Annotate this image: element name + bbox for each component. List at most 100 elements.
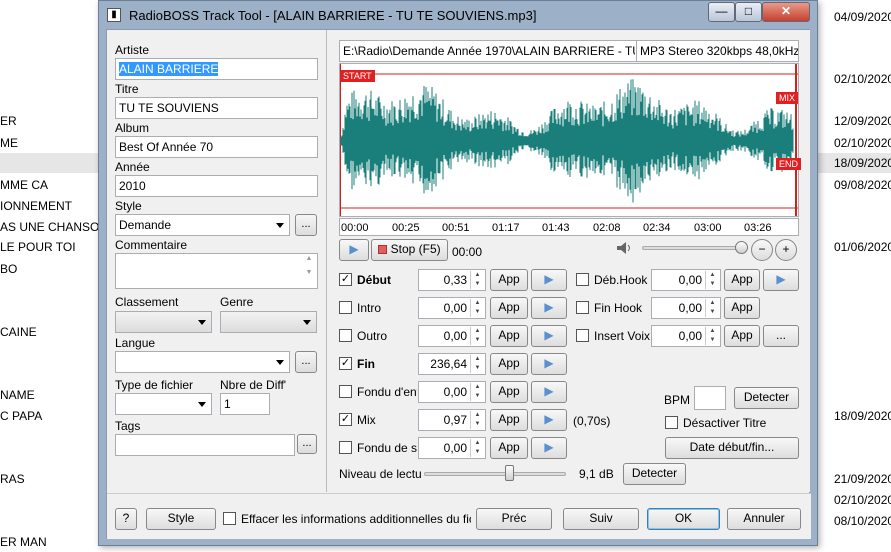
list-item-date: 12/09/2020 xyxy=(834,114,891,128)
timeline-tick: 00:25 xyxy=(392,222,420,234)
previous-button[interactable]: Préc xyxy=(476,508,552,530)
timeline-tick: 02:08 xyxy=(593,222,621,234)
volume-slider-thumb[interactable] xyxy=(734,241,748,254)
voice-insert-browse-button[interactable]: ... xyxy=(763,325,799,347)
play-button[interactable]: ▶ xyxy=(339,239,369,261)
comment-label: Commentaire xyxy=(115,238,188,252)
year-field[interactable]: 2010 xyxy=(115,175,318,197)
artist-field[interactable]: ALAIN BARRIERE xyxy=(115,58,318,80)
maximize-icon: □ xyxy=(744,4,753,18)
maximize-button[interactable]: □ xyxy=(735,2,762,22)
spin-arrows-icon[interactable]: ▲ ▼ xyxy=(470,355,484,373)
comment-field[interactable]: ▲ ▼ xyxy=(115,253,318,289)
voice-insert-value-field[interactable]: 0,00 ▲ ▼ xyxy=(651,325,721,347)
mix-marker[interactable]: MIX xyxy=(776,92,799,104)
end-app-button[interactable]: App xyxy=(490,353,528,375)
intro-play-button[interactable]: ▶ xyxy=(531,297,567,319)
spin-arrows-icon[interactable]: ▲ ▼ xyxy=(470,439,484,457)
level-detect-button[interactable]: Detecter xyxy=(623,463,686,485)
spin-arrows-icon[interactable]: ▲ ▼ xyxy=(705,271,719,289)
level-slider[interactable] xyxy=(424,472,566,476)
close-button[interactable]: ✕ xyxy=(762,2,810,22)
start-value-field[interactable]: 0,33 ▲ ▼ xyxy=(418,269,486,291)
comment-scrollbar[interactable]: ▲ ▼ xyxy=(302,255,316,287)
end-marker[interactable]: END xyxy=(776,158,802,170)
fade-in-checkbox[interactable]: Fondu d'entrée xyxy=(339,384,417,402)
list-item-title: RAS xyxy=(0,472,25,486)
hook-start-app-button[interactable]: App xyxy=(724,269,760,291)
mix-play-button[interactable]: ▶ xyxy=(531,409,567,431)
title-bar[interactable]: ▮ RadioBOSS Track Tool - [ALAIN BARRIERE… xyxy=(99,1,817,29)
ok-button[interactable]: OK xyxy=(647,508,720,530)
spin-arrows-icon[interactable]: ▲ ▼ xyxy=(470,383,484,401)
intro-app-button[interactable]: App xyxy=(490,297,528,319)
next-button[interactable]: Suiv xyxy=(563,508,639,530)
year-value: 2010 xyxy=(119,179,146,193)
checkbox-box xyxy=(576,329,589,342)
tags-field[interactable] xyxy=(115,434,295,456)
minimize-button[interactable]: — xyxy=(708,2,735,22)
fade-in-app-button[interactable]: App xyxy=(490,381,528,403)
end-value-field[interactable]: 236,64 ▲ ▼ xyxy=(418,353,486,375)
bpm-field[interactable] xyxy=(694,386,726,410)
start-app-button[interactable]: App xyxy=(490,269,528,291)
language-browse-button[interactable]: ... xyxy=(295,351,317,373)
fade-out-app-button[interactable]: App xyxy=(490,437,528,459)
zoom-in-icon: + xyxy=(782,242,790,256)
language-dropdown[interactable] xyxy=(115,351,290,373)
mix-app-button[interactable]: App xyxy=(490,409,528,431)
end-play-button[interactable]: ▶ xyxy=(531,353,567,375)
spin-arrows-icon[interactable]: ▲ ▼ xyxy=(470,271,484,289)
style-dropdown[interactable]: Demande xyxy=(115,214,290,236)
fade-in-label: Fondu d'entrée xyxy=(357,385,417,399)
speaker-icon[interactable] xyxy=(616,241,632,255)
cancel-button[interactable]: Annuler xyxy=(727,508,801,530)
fade-out-value-field[interactable]: 0,00 ▲ ▼ xyxy=(418,437,486,459)
start-play-button[interactable]: ▶ xyxy=(531,269,567,291)
title-field[interactable]: TU TE SOUVIENS xyxy=(115,97,318,119)
waveform-view[interactable]: START MIX END xyxy=(339,63,802,217)
intro-value-field[interactable]: 0,00 ▲ ▼ xyxy=(418,297,486,319)
start-marker[interactable]: START xyxy=(340,70,375,82)
style-browse-button[interactable]: ... xyxy=(295,214,317,236)
spin-arrows-icon[interactable]: ▲ ▼ xyxy=(470,327,484,345)
help-button[interactable]: ? xyxy=(115,508,137,530)
zoom-out-button[interactable]: − xyxy=(751,239,773,261)
genre-dropdown[interactable] xyxy=(220,311,317,333)
year-label: Année xyxy=(115,160,150,174)
spin-arrows-icon[interactable]: ▲ ▼ xyxy=(470,411,484,429)
spin-arrows-icon[interactable]: ▲ ▼ xyxy=(470,299,484,317)
checkbox-box: ✓ xyxy=(339,273,352,286)
hook-play-button[interactable]: ▶ xyxy=(763,269,799,291)
tags-browse-button[interactable]: ... xyxy=(297,434,317,454)
hook-end-value-field[interactable]: 0,00 ▲ ▼ xyxy=(651,297,721,319)
bpm-detect-button[interactable]: Detecter xyxy=(734,387,799,409)
filetype-dropdown[interactable] xyxy=(115,393,212,415)
level-slider-thumb[interactable] xyxy=(505,465,515,481)
fade-out-play-button[interactable]: ▶ xyxy=(531,437,567,459)
mix-value-field[interactable]: 0,97 ▲ ▼ xyxy=(418,409,486,431)
fade-out-checkbox[interactable]: Fondu de sortie xyxy=(339,440,417,458)
rating-dropdown[interactable] xyxy=(115,311,212,333)
date-range-button[interactable]: Date début/fin... xyxy=(665,437,799,459)
clear-info-checkbox[interactable]: Effacer les informations additionnelles … xyxy=(223,511,471,529)
stop-button[interactable]: Stop (F5) xyxy=(371,239,448,261)
spin-arrows-icon[interactable]: ▲ ▼ xyxy=(705,327,719,345)
spin-arrows-icon[interactable]: ▲ ▼ xyxy=(705,299,719,317)
outro-value-field[interactable]: 0,00 ▲ ▼ xyxy=(418,325,486,347)
disable-title-label: Désactiver Titre xyxy=(683,416,767,430)
volume-slider[interactable] xyxy=(642,246,746,250)
style-button[interactable]: Style xyxy=(146,508,216,530)
voice-insert-app-button[interactable]: App xyxy=(724,325,760,347)
zoom-in-button[interactable]: + xyxy=(775,239,797,261)
plays-field[interactable]: 1 xyxy=(220,393,270,415)
style-label: Style xyxy=(115,199,142,213)
album-field[interactable]: Best Of Année 70 xyxy=(115,136,318,158)
hook-start-value-field[interactable]: 0,00 ▲ ▼ xyxy=(651,269,721,291)
fade-in-play-button[interactable]: ▶ xyxy=(531,381,567,403)
fade-in-value-field[interactable]: 0,00 ▲ ▼ xyxy=(418,381,486,403)
outro-play-button[interactable]: ▶ xyxy=(531,325,567,347)
position-readout: 00:00 xyxy=(452,245,483,259)
outro-app-button[interactable]: App xyxy=(490,325,528,347)
hook-end-app-button[interactable]: App xyxy=(724,297,760,319)
